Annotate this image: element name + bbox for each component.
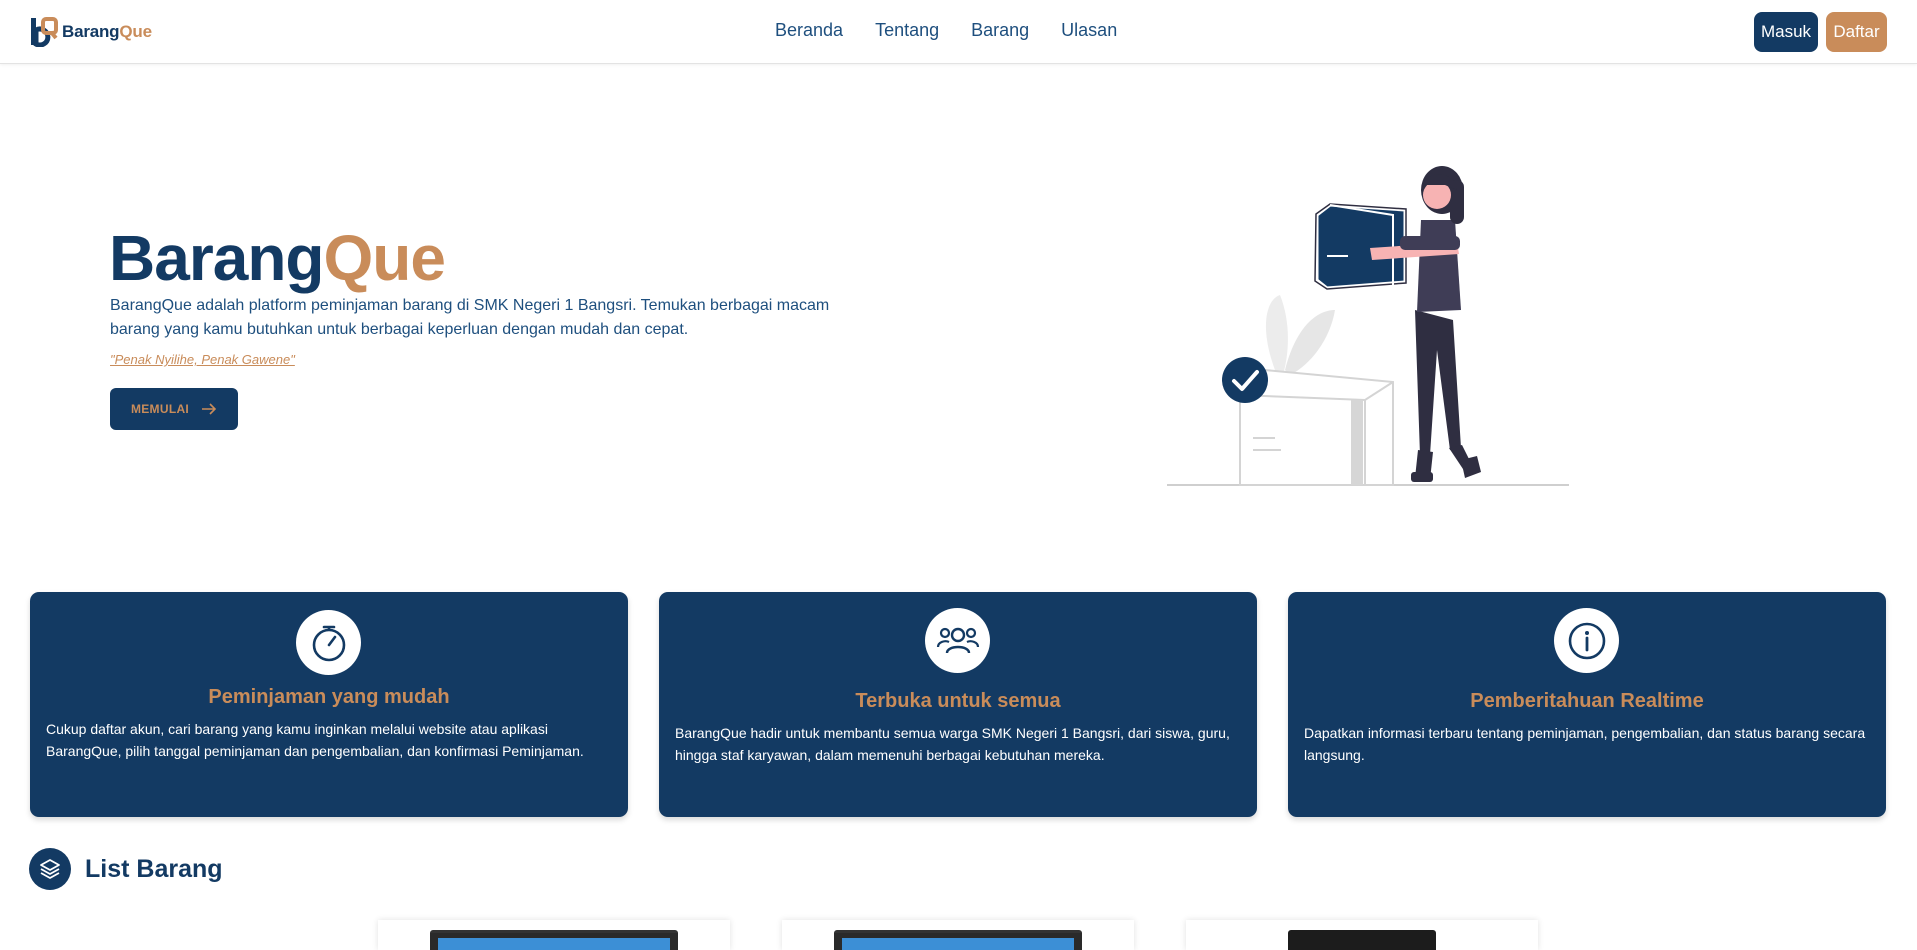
nav-link-barang[interactable]: Barang — [971, 20, 1029, 41]
feature-card-realtime: Pemberitahuan Realtime Dapatkan informas… — [1288, 592, 1886, 817]
list-barang-title: List Barang — [85, 854, 223, 883]
feature-text: BarangQue hadir untuk membantu semua war… — [675, 725, 1230, 763]
brand-name: BarangQue — [62, 22, 152, 42]
list-barang-header: List Barang — [29, 848, 223, 890]
product-image — [1288, 930, 1436, 950]
hero-illustration — [1167, 166, 1569, 486]
nav-link-ulasan[interactable]: Ulasan — [1061, 20, 1117, 41]
hero-title-main: Barang — [109, 222, 324, 294]
product-image — [834, 930, 1082, 950]
nav-link-tentang[interactable]: Tentang — [875, 20, 939, 41]
feature-title: Peminjaman yang mudah — [208, 686, 450, 708]
brand-link[interactable]: BarangQue — [29, 16, 152, 47]
brand-name-accent: Que — [119, 21, 152, 41]
product-image — [430, 930, 678, 950]
main-nav: Beranda Tentang Barang Ulasan — [775, 20, 1117, 41]
hero-quote-link[interactable]: "Penak Nyilihe, Penak Gawene" — [110, 352, 295, 367]
login-button[interactable]: Masuk — [1754, 12, 1818, 52]
brand-logo-icon — [31, 17, 58, 47]
users-icon — [925, 608, 990, 673]
arrow-right-icon — [202, 403, 217, 415]
layers-icon — [29, 848, 71, 890]
feature-title: Pemberitahuan Realtime — [1470, 690, 1704, 712]
register-button[interactable]: Daftar — [1826, 12, 1887, 52]
start-button[interactable]: MEMULAI — [110, 388, 238, 430]
feature-text: Cukup daftar akun, cari barang yang kamu… — [46, 721, 584, 759]
nav-link-beranda[interactable]: Beranda — [775, 20, 843, 41]
hero-title: BarangQue — [109, 222, 446, 294]
feature-card-easy: Peminjaman yang mudah Cukup daftar akun,… — [30, 592, 628, 817]
navbar: BarangQue Beranda Tentang Barang Ulasan … — [0, 0, 1917, 64]
start-button-label: MEMULAI — [130, 402, 190, 416]
feature-card-open: Terbuka untuk semua BarangQue hadir untu… — [659, 592, 1257, 817]
stopwatch-icon — [296, 610, 361, 675]
feature-text: Dapatkan informasi terbaru tentang pemin… — [1304, 725, 1866, 763]
info-icon — [1554, 608, 1619, 673]
hero-title-accent: Que — [323, 222, 446, 294]
feature-title: Terbuka untuk semua — [855, 690, 1061, 712]
hero-description: BarangQue adalah platform peminjaman bar… — [110, 297, 830, 338]
brand-name-main: Barang — [62, 21, 120, 41]
